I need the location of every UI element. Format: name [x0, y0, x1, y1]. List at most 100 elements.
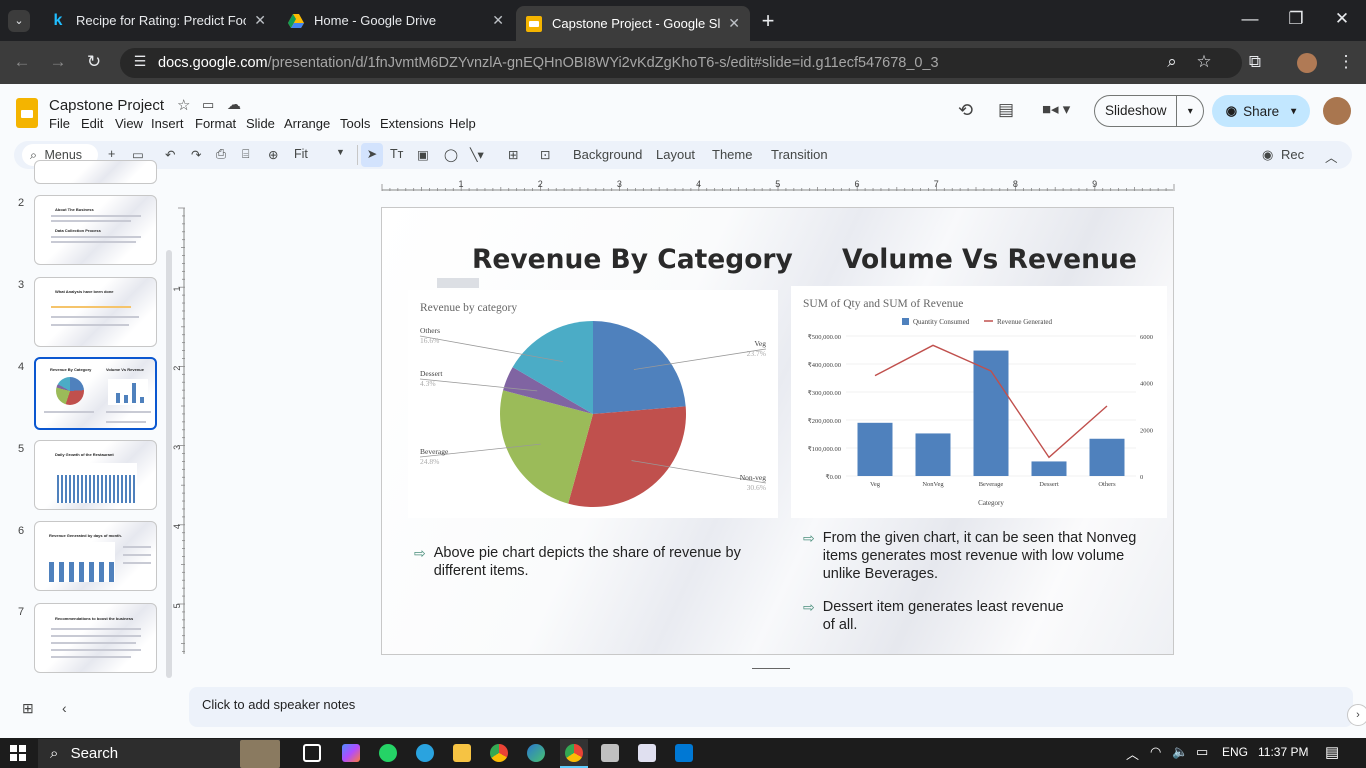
menu-view[interactable]: View	[115, 116, 143, 131]
doc-title[interactable]: Capstone Project	[49, 97, 164, 114]
star-icon[interactable]: ☆	[177, 96, 190, 114]
share-dropdown-icon[interactable]: ▾	[1291, 106, 1296, 117]
new-slide-icon[interactable]: +	[108, 147, 115, 161]
menu-insert[interactable]: Insert	[151, 116, 184, 131]
slideshow-button[interactable]: Slideshow ▾	[1094, 95, 1204, 127]
menu-extensions[interactable]: Extensions	[380, 116, 444, 131]
new-tab-icon[interactable]: +	[756, 8, 780, 34]
close-icon[interactable]: ✕	[492, 12, 504, 29]
collapse-toolbar-icon[interactable]: ︿	[1325, 147, 1338, 166]
notifications-icon[interactable]: ▤	[1325, 743, 1339, 761]
minimize-icon[interactable]: —	[1238, 9, 1262, 29]
tab-kaggle[interactable]: k Recipe for Rating: Predict Food ✕	[40, 4, 276, 37]
right-bullet-2[interactable]: ⇨ Dessert item generates least revenue o…	[803, 598, 1078, 634]
menu-file[interactable]: File	[49, 116, 70, 131]
collapse-panel-icon[interactable]: ‹	[62, 700, 67, 716]
insert-special-icon[interactable]: ⊞	[508, 147, 518, 162]
share-button[interactable]: ◉ Share ▾	[1212, 95, 1310, 127]
speaker-notes[interactable]: Click to add speaker notes	[189, 687, 1353, 727]
forward-icon[interactable]: →	[46, 52, 70, 72]
site-settings-icon[interactable]: ☰	[128, 53, 152, 70]
slide-thumbnail-7[interactable]: Recommendations to boost the business	[34, 603, 157, 673]
back-icon[interactable]: ←	[10, 52, 34, 72]
chrome-menu-icon[interactable]: ⋮	[1334, 52, 1358, 72]
slide-thumbnail-2[interactable]: About The Business Data Collection Proce…	[34, 195, 157, 265]
line-icon[interactable]: ╲▾	[470, 147, 484, 162]
slides-logo[interactable]	[16, 98, 38, 128]
tab-google-drive[interactable]: Home - Google Drive ✕	[278, 4, 514, 37]
text-box-icon[interactable]: Tт	[390, 147, 403, 161]
menu-tools[interactable]: Tools	[340, 116, 370, 131]
zoom-icon[interactable]: ⌕	[1160, 52, 1184, 72]
zoom-icon[interactable]: ⊕	[268, 147, 278, 162]
restore-icon[interactable]: ❐	[1284, 9, 1308, 29]
left-slide-title[interactable]: Revenue By Category	[472, 244, 793, 275]
vertical-ruler[interactable]: 1 2 3 4 5	[172, 206, 188, 656]
right-bullet-1[interactable]: ⇨ From the given chart, it can be seen t…	[803, 529, 1143, 583]
horizontal-ruler[interactable]: 1 2 3 4 5 6 7 8 9	[380, 178, 1175, 194]
cloud-status-icon[interactable]: ☁	[227, 96, 241, 113]
menu-edit[interactable]: Edit	[81, 116, 103, 131]
window-close-icon[interactable]: ✕	[1330, 9, 1354, 29]
tab-search-icon[interactable]: ⌄	[8, 10, 30, 32]
wifi-icon[interactable]: ◠	[1150, 744, 1161, 760]
shape-icon[interactable]: ◯	[444, 147, 458, 162]
chrome-icon[interactable]	[490, 744, 508, 762]
expand-side-panel-icon[interactable]: ›	[1347, 704, 1366, 726]
right-slide-title[interactable]: Volume Vs Revenue	[842, 244, 1137, 275]
menu-slide[interactable]: Slide	[246, 116, 275, 131]
menu-help[interactable]: Help	[449, 116, 476, 131]
layout-button[interactable]: Layout	[656, 147, 695, 162]
pie-chart[interactable]: Revenue by category Veg 23.7% Non-veg 30.6% B…	[408, 290, 778, 518]
meet-camera-icon[interactable]: ■◂ ▾	[1042, 100, 1070, 118]
file-explorer-icon[interactable]	[453, 744, 471, 762]
slide-thumbnail-4[interactable]: Revenue By Category Volume Vs Revenue	[34, 357, 157, 430]
paint-format-icon[interactable]: ⌸	[242, 147, 250, 162]
close-icon[interactable]: ✕	[728, 15, 740, 32]
slide-thumbnail-6[interactable]: Revenue Generated by days of month.	[34, 521, 157, 591]
vscode-icon[interactable]	[675, 744, 693, 762]
address-bar[interactable]: docs.google.com/presentation/d/1fnJvmtM6…	[120, 48, 1242, 78]
slide-thumbnail-1[interactable]	[34, 160, 157, 184]
undo-icon[interactable]: ↶	[165, 147, 175, 162]
background-button[interactable]: Background	[573, 147, 642, 162]
transition-button[interactable]: Transition	[771, 147, 828, 162]
whatsapp-icon[interactable]	[379, 744, 397, 762]
chrome-active-icon[interactable]	[565, 744, 583, 762]
grid-view-icon[interactable]: ⊞	[22, 700, 34, 717]
windows-start-icon[interactable]	[10, 745, 26, 761]
theme-button[interactable]: Theme	[712, 147, 752, 162]
volume-muted-icon[interactable]: 🔈	[1172, 744, 1188, 760]
select-cursor-icon[interactable]: ➤	[361, 143, 383, 167]
edge-icon[interactable]	[527, 744, 545, 762]
reload-icon[interactable]: ↻	[82, 52, 106, 72]
telegram-icon[interactable]	[416, 744, 434, 762]
menu-format[interactable]: Format	[195, 116, 236, 131]
battery-icon[interactable]: ▭	[1196, 744, 1208, 760]
zoom-select[interactable]: Fit ▼	[294, 147, 346, 161]
version-history-icon[interactable]: ⟲	[958, 100, 973, 121]
snipping-tool-icon[interactable]	[601, 744, 619, 762]
menu-arrange[interactable]: Arrange	[284, 116, 330, 131]
combo-chart[interactable]: SUM of Qty and SUM of Revenue Quantity Co…	[791, 286, 1167, 518]
notes-resize-handle[interactable]	[752, 668, 790, 669]
comments-icon[interactable]: ▤	[998, 100, 1014, 120]
left-bullet[interactable]: ⇨ Above pie chart depicts the share of r…	[414, 544, 754, 580]
record-button[interactable]: ◉ Rec	[1262, 147, 1304, 163]
clock[interactable]: 11:37 PM	[1258, 745, 1308, 759]
language-indicator[interactable]: ENG	[1222, 745, 1248, 759]
slide-thumbnail-3[interactable]: What Analysis have been done	[34, 277, 157, 347]
slide-canvas[interactable]: Revenue By Category Volume Vs Revenue Re…	[381, 207, 1174, 655]
print-icon[interactable]: ⎙	[216, 147, 226, 162]
profile-avatar[interactable]	[1297, 53, 1317, 73]
task-view-icon[interactable]	[303, 744, 321, 762]
notepad-icon[interactable]	[638, 744, 656, 762]
copilot-icon[interactable]	[342, 744, 360, 762]
bookmark-star-icon[interactable]: ☆	[1192, 52, 1216, 72]
redo-icon[interactable]: ↷	[191, 147, 201, 162]
image-icon[interactable]: ▣	[417, 147, 429, 162]
extensions-icon[interactable]: ⧉	[1243, 52, 1267, 72]
slideshow-dropdown-icon[interactable]: ▾	[1177, 106, 1203, 117]
slide-thumbnail-5[interactable]: Daily Growth of the Restaurant	[34, 440, 157, 510]
tray-chevron-icon[interactable]: ︿	[1126, 744, 1139, 763]
